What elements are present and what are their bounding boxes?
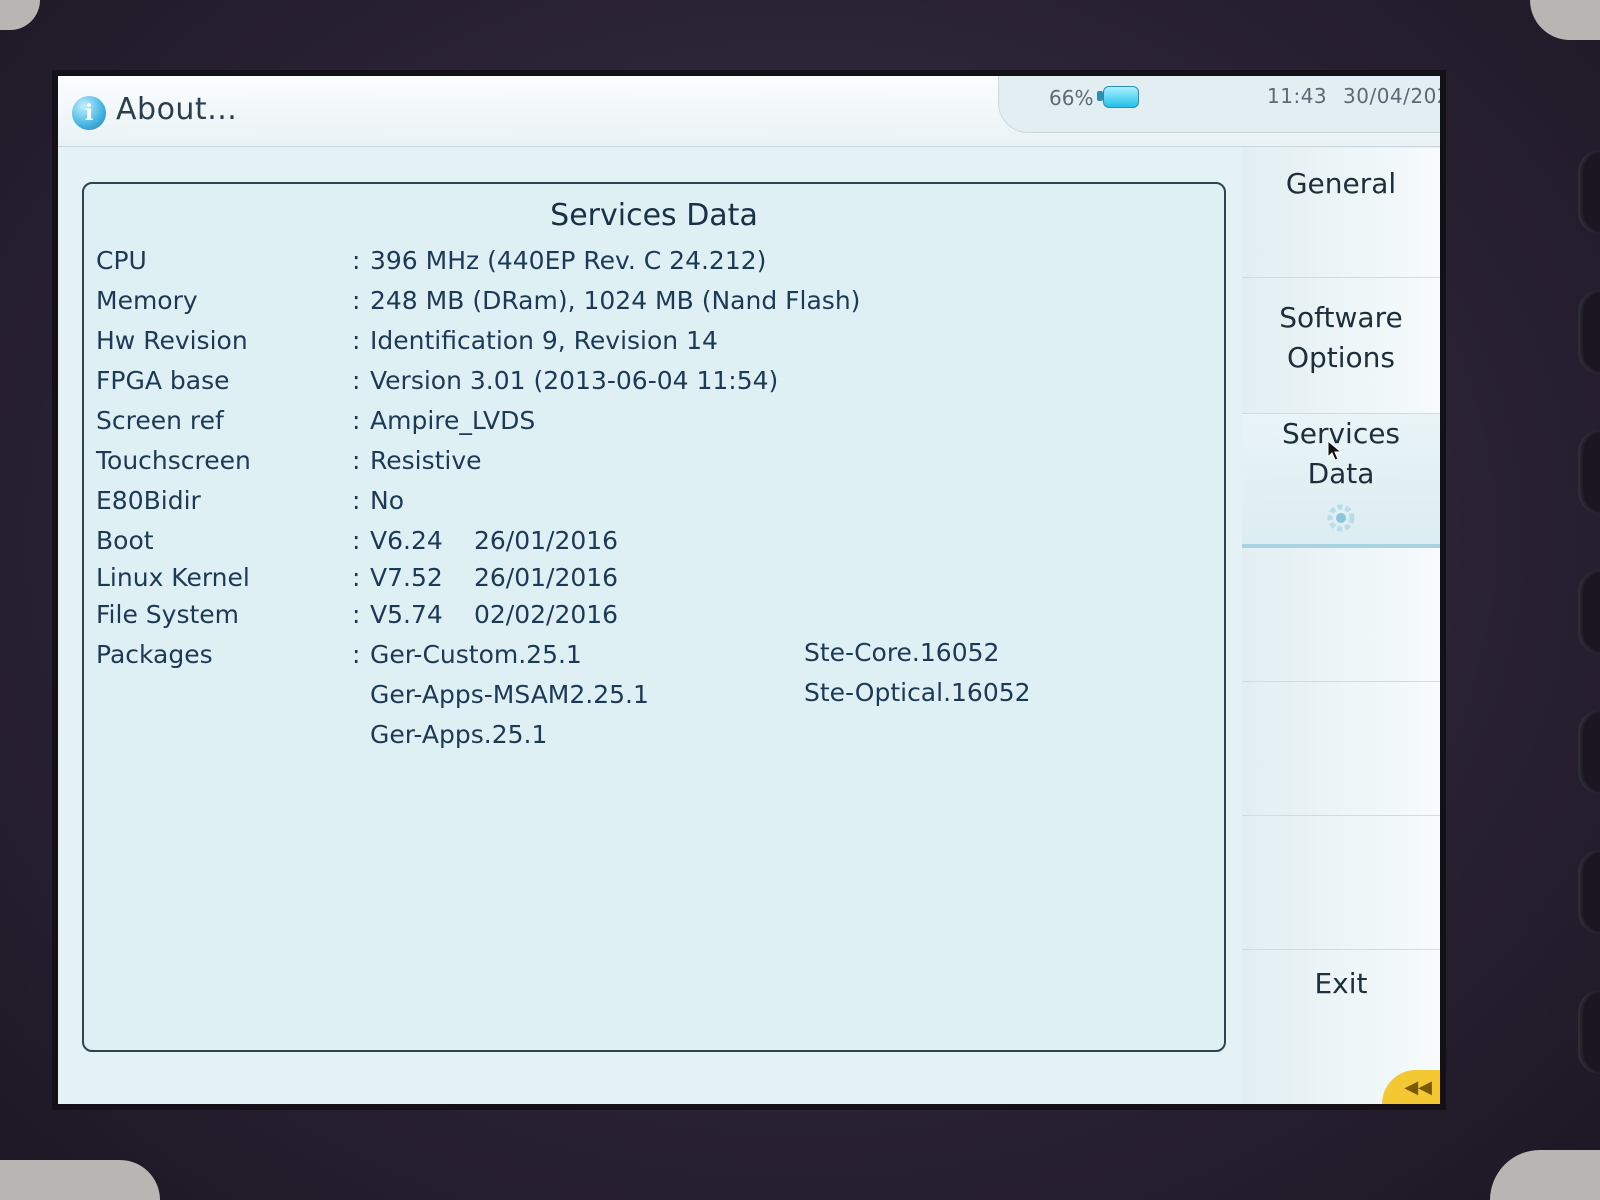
- row-separator: :: [352, 526, 361, 555]
- package-item: Ger-Apps.25.1: [370, 720, 548, 749]
- version-label: File System: [96, 600, 240, 629]
- services-data-panel: Services Data CPU : 396 MHz (440EP Rev. …: [82, 182, 1226, 1052]
- row-value: Version 3.01 (2013-06-04 11:54): [370, 366, 779, 395]
- title-bar: i About... 66% 11:43 30/04/2026: [58, 76, 1440, 147]
- version-label: Boot: [96, 526, 154, 555]
- package-item: Ger-Custom.25.1: [370, 640, 582, 669]
- version-date: 26/01/2016: [474, 526, 619, 555]
- hardware-key-6[interactable]: [1578, 850, 1600, 934]
- package-item: Ste-Optical.16052: [804, 678, 1031, 707]
- row-value: 396 MHz (440EP Rev. C 24.212): [370, 246, 767, 275]
- row-label: E80Bidir: [96, 486, 201, 515]
- softkey-column: General Software Options Services Data E…: [1242, 148, 1440, 1104]
- version-label: Linux Kernel: [96, 563, 250, 592]
- softkey-services-data[interactable]: Services Data: [1242, 414, 1440, 548]
- softkey-empty-5[interactable]: [1242, 682, 1440, 816]
- row-label: Memory: [96, 286, 198, 315]
- clock-time: 11:43: [1267, 84, 1328, 108]
- row-separator: :: [352, 486, 361, 515]
- hardware-key-3[interactable]: [1578, 430, 1600, 514]
- bezel-corner: [0, 1160, 160, 1200]
- row-label: Hw Revision: [96, 326, 248, 355]
- hardware-key-4[interactable]: [1578, 570, 1600, 654]
- clock-date: 30/04/2026: [1343, 84, 1440, 108]
- softkey-label: Software: [1279, 301, 1403, 334]
- battery-icon: [1103, 86, 1139, 108]
- hardware-key-2[interactable]: [1578, 290, 1600, 374]
- row-separator: :: [352, 446, 361, 475]
- gear-icon: [1327, 504, 1355, 532]
- row-separator: :: [352, 563, 361, 592]
- bezel-corner: [1530, 0, 1600, 40]
- row-separator: :: [352, 366, 361, 395]
- row-separator: :: [352, 326, 361, 355]
- battery-percentage: 66%: [1049, 86, 1094, 110]
- row-value: Identification 9, Revision 14: [370, 326, 718, 355]
- hardware-key-5[interactable]: [1578, 710, 1600, 794]
- bezel-corner: [0, 0, 40, 30]
- row-value: Ampire_LVDS: [370, 406, 536, 435]
- softkey-empty-4[interactable]: [1242, 548, 1440, 682]
- window-title: About...: [116, 92, 238, 127]
- softkey-software-options[interactable]: Software Options: [1242, 278, 1440, 414]
- status-area: 66% 11:43 30/04/2026: [998, 76, 1440, 133]
- packages-label: Packages: [96, 640, 213, 669]
- bezel-corner: [1490, 1150, 1600, 1200]
- version-date: 26/01/2016: [474, 563, 619, 592]
- row-separator: :: [352, 406, 361, 435]
- row-separator: :: [352, 640, 361, 669]
- version-number: V5.74: [370, 600, 443, 629]
- info-icon: i: [72, 96, 106, 130]
- device-screen: i About... 66% 11:43 30/04/2026 Services…: [58, 76, 1440, 1104]
- softkey-label: Options: [1286, 341, 1396, 374]
- panel-title: Services Data: [550, 198, 758, 233]
- softkey-empty-6[interactable]: [1242, 816, 1440, 950]
- version-number: V6.24: [370, 526, 443, 555]
- row-label: CPU: [96, 246, 147, 275]
- softkey-label: General: [1285, 167, 1397, 200]
- row-value: Resistive: [370, 446, 482, 475]
- row-separator: :: [352, 600, 361, 629]
- row-label: Screen ref: [96, 406, 224, 435]
- version-number: V7.52: [370, 563, 443, 592]
- hardware-key-1[interactable]: [1578, 150, 1600, 234]
- row-value: No: [370, 486, 404, 515]
- hardware-key-7[interactable]: [1578, 990, 1600, 1074]
- softkey-label: Exit: [1314, 967, 1368, 1000]
- package-item: Ste-Core.16052: [804, 638, 1000, 667]
- row-label: Touchscreen: [96, 446, 251, 475]
- mouse-cursor-icon: [1327, 440, 1343, 461]
- row-label: FPGA base: [96, 366, 230, 395]
- softkey-general[interactable]: General: [1242, 148, 1440, 278]
- row-separator: :: [352, 246, 361, 275]
- package-item: Ger-Apps-MSAM2.25.1: [370, 680, 649, 709]
- row-value: 248 MB (DRam), 1024 MB (Nand Flash): [370, 286, 861, 315]
- row-separator: :: [352, 286, 361, 315]
- version-date: 02/02/2016: [474, 600, 619, 629]
